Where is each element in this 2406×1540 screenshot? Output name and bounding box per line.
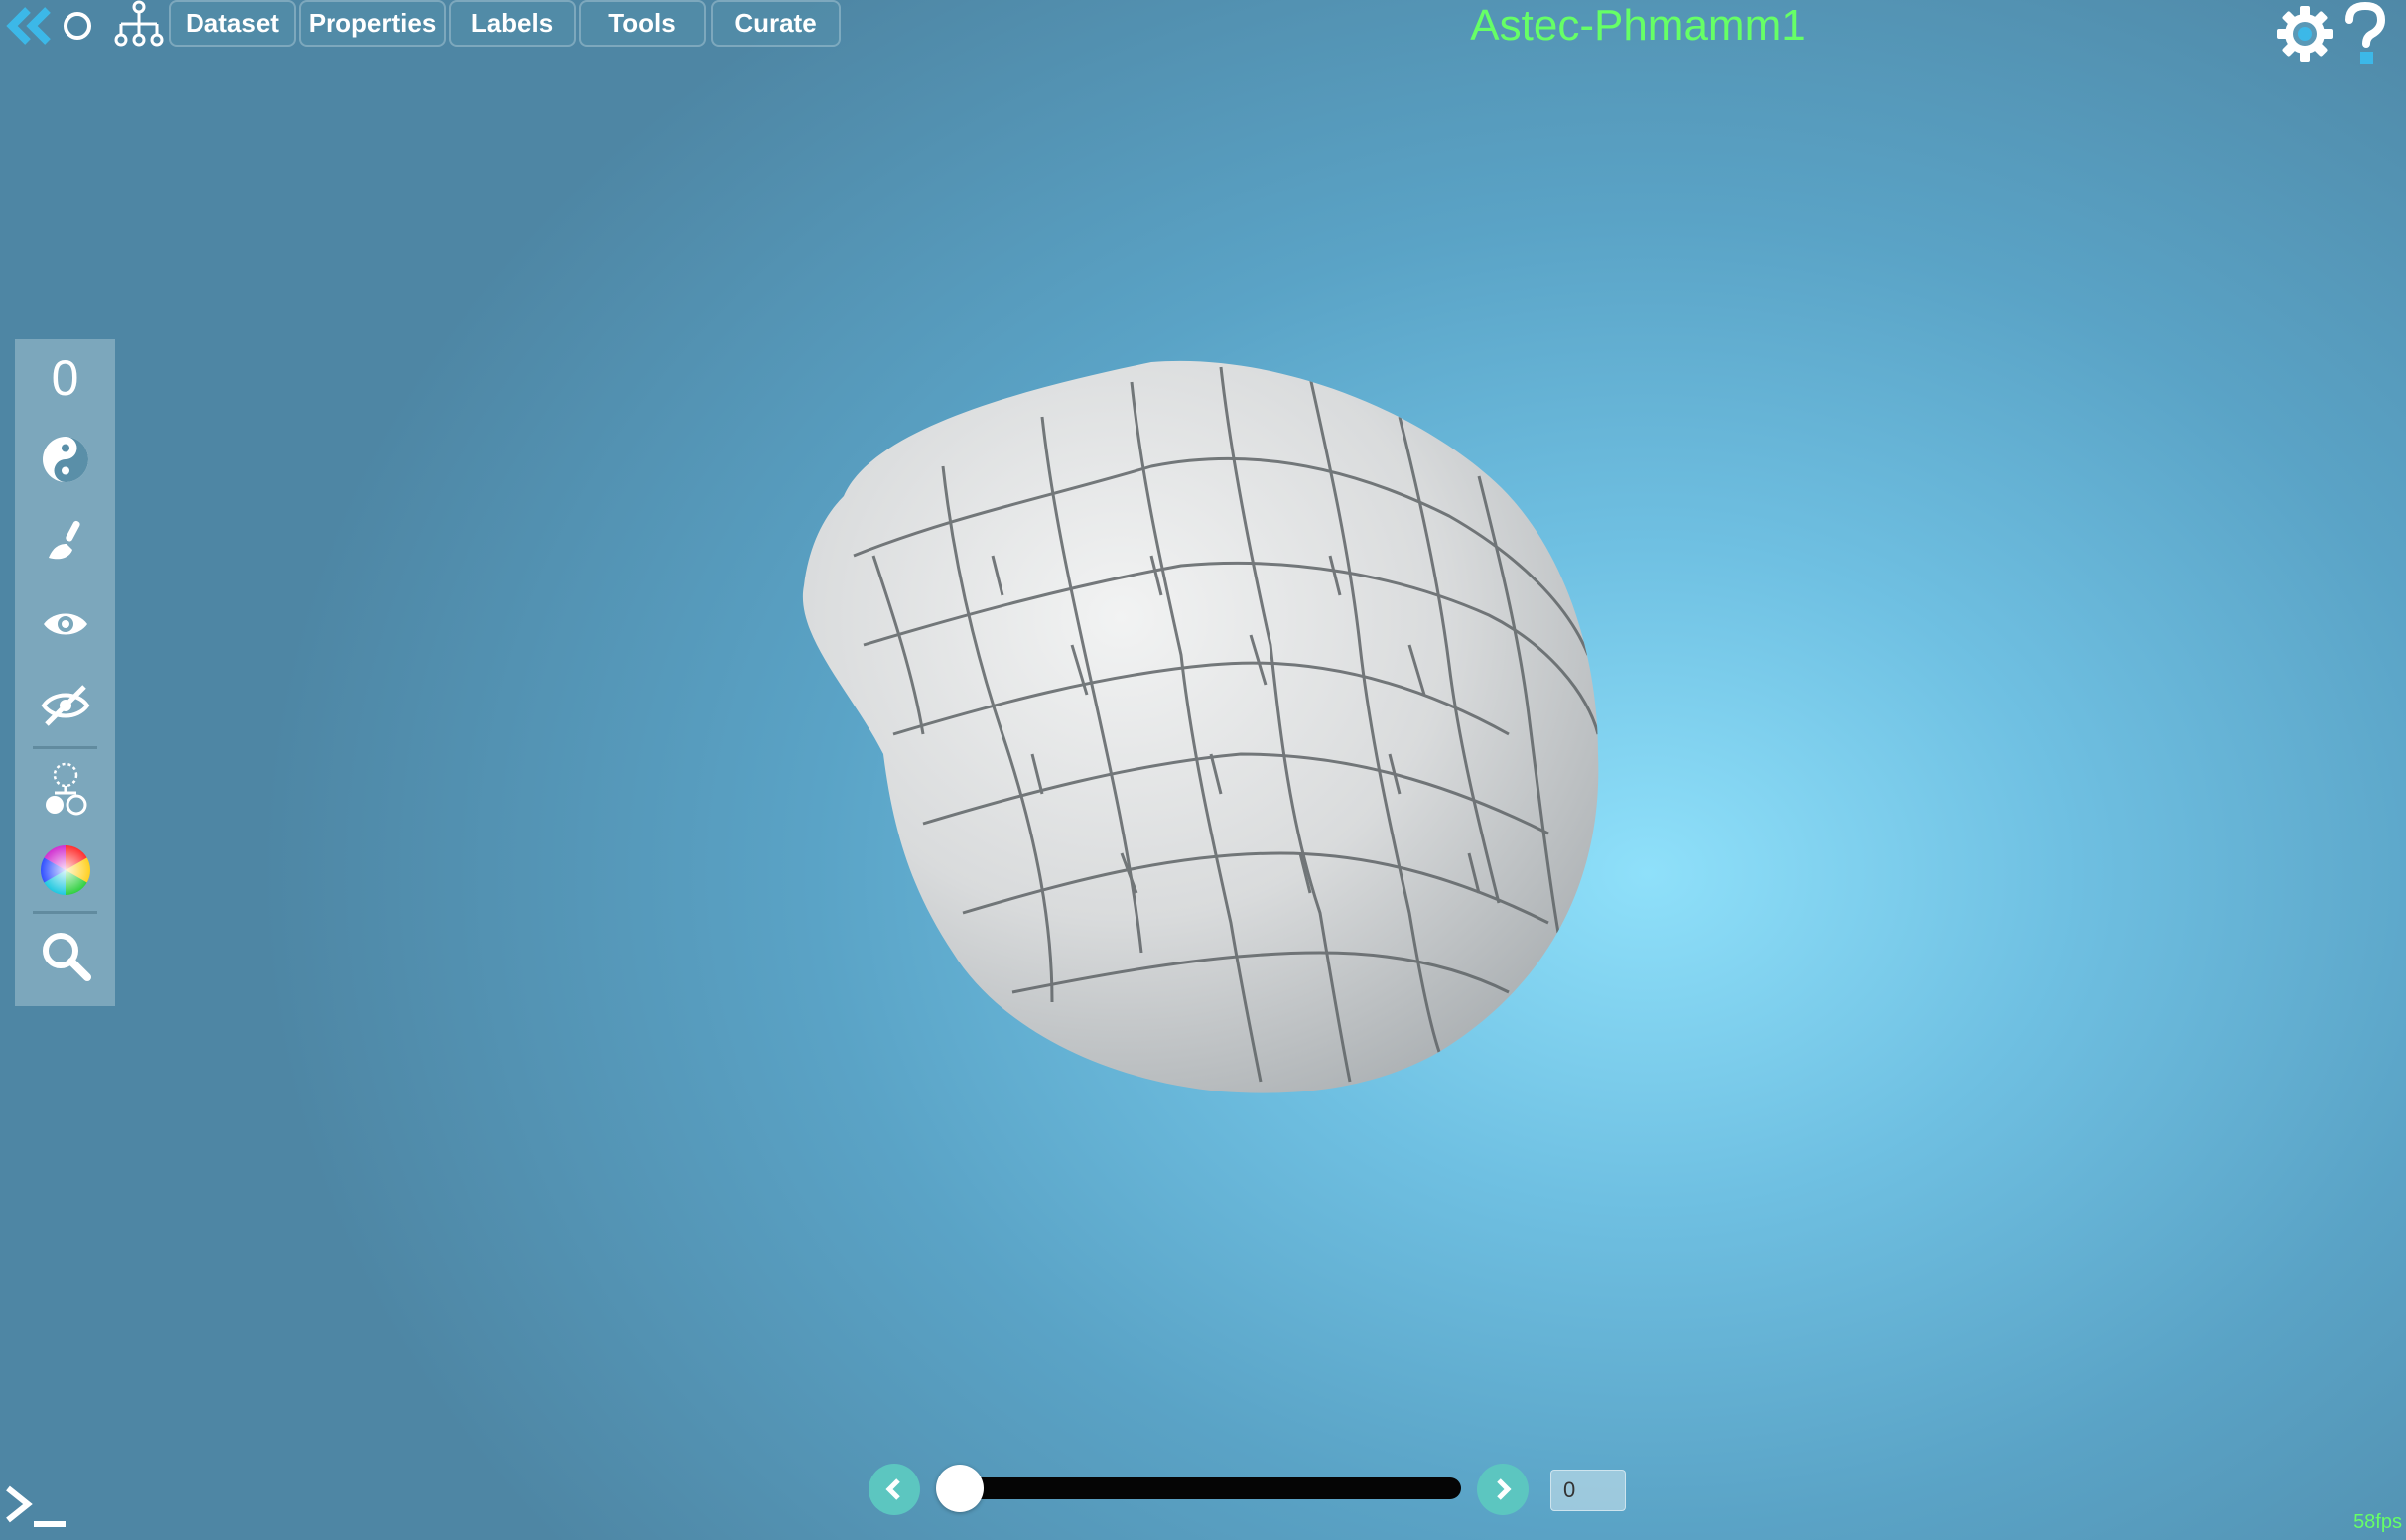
chevron-right-icon — [1497, 1478, 1512, 1500]
embryo-3d-view[interactable] — [0, 0, 2406, 1540]
cell-division-icon[interactable] — [15, 760, 115, 818]
toolbar-divider — [33, 746, 97, 749]
eye-icon[interactable] — [15, 599, 115, 649]
timepoint-input[interactable] — [1550, 1470, 1626, 1511]
timeline-slider-handle[interactable] — [936, 1465, 984, 1512]
embryo-model — [802, 360, 1599, 1093]
eye-slash-icon[interactable] — [15, 681, 115, 730]
console-terminal-icon[interactable] — [4, 1484, 67, 1535]
brush-icon[interactable] — [15, 516, 115, 566]
yin-yang-icon[interactable] — [15, 435, 115, 484]
fps-counter: 58fps — [2353, 1511, 2402, 1533]
chevron-left-icon — [885, 1478, 900, 1500]
timeline-next-button[interactable] — [1477, 1464, 1529, 1515]
toolbar-divider — [33, 911, 97, 914]
left-toolbar: 0 — [15, 339, 115, 1006]
timeline-previous-button[interactable] — [869, 1464, 920, 1515]
search-icon[interactable] — [15, 927, 115, 984]
color-wheel-icon[interactable] — [15, 843, 115, 897]
selected-count: 0 — [51, 350, 79, 406]
timeline-slider-track[interactable] — [953, 1477, 1461, 1499]
